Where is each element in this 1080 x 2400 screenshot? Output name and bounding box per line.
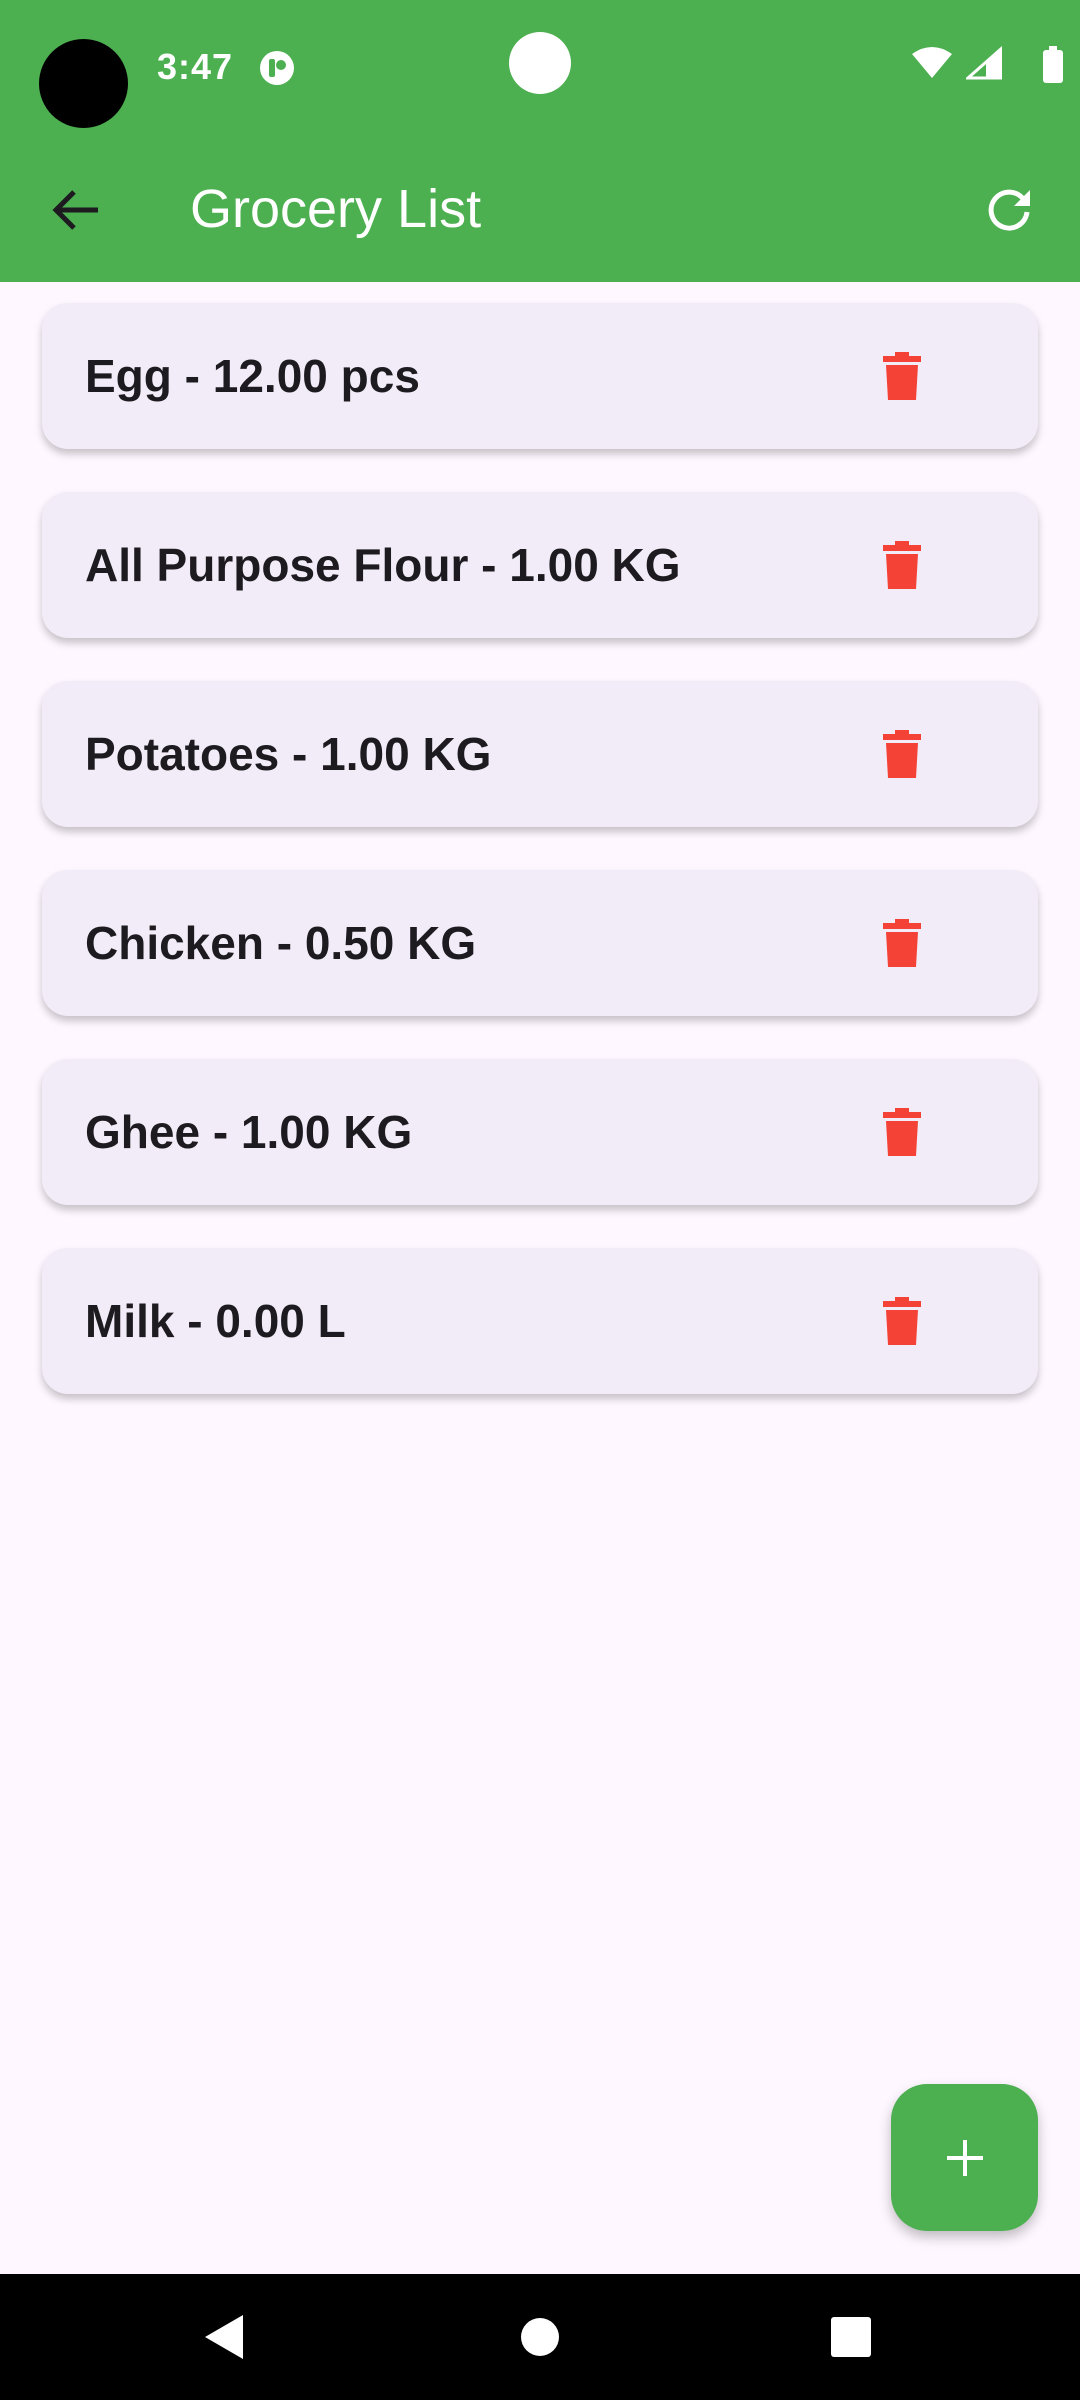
- list-item[interactable]: Chicken - 0.50 KG: [42, 870, 1038, 1016]
- delete-icon: [883, 1108, 921, 1156]
- item-label: Potatoes - 1.00 KG: [85, 728, 492, 780]
- delete-icon: [883, 919, 921, 967]
- page-title: Grocery List: [190, 179, 482, 239]
- list-item[interactable]: Milk - 0.00 L: [42, 1248, 1038, 1394]
- refresh-button[interactable]: [970, 170, 1050, 250]
- add-icon: [946, 2139, 983, 2176]
- list-item[interactable]: All Purpose Flour - 1.00 KG: [42, 492, 1038, 638]
- delete-icon: [883, 541, 921, 589]
- delete-button[interactable]: [862, 1092, 942, 1172]
- arrow-back-icon: [52, 190, 98, 230]
- notification-icon: [258, 49, 296, 87]
- list-item[interactable]: Egg - 12.00 pcs: [42, 303, 1038, 449]
- nav-recents-button[interactable]: [818, 2304, 884, 2370]
- item-label: All Purpose Flour - 1.00 KG: [85, 539, 681, 591]
- delete-icon: [883, 730, 921, 778]
- delete-icon: [883, 1297, 921, 1345]
- item-label: Milk - 0.00 L: [85, 1295, 346, 1347]
- status-bar: 3:47: [0, 0, 1080, 140]
- delete-button[interactable]: [862, 903, 942, 983]
- item-label: Chicken - 0.50 KG: [85, 917, 477, 969]
- back-button[interactable]: [36, 170, 116, 250]
- nav-home-button[interactable]: [507, 2304, 573, 2370]
- signal-icon: [966, 46, 1002, 80]
- delete-button[interactable]: [862, 1281, 942, 1361]
- delete-button[interactable]: [862, 525, 942, 605]
- refresh-icon: [988, 189, 1030, 231]
- item-label: Egg - 12.00 pcs: [85, 350, 420, 402]
- item-label: Ghee - 1.00 KG: [85, 1106, 413, 1158]
- list-item[interactable]: Potatoes - 1.00 KG: [42, 681, 1038, 827]
- wifi-icon: [912, 47, 952, 78]
- delete-button[interactable]: [862, 336, 942, 416]
- home-circle-icon: [521, 2318, 559, 2356]
- status-time: 3:47: [157, 46, 234, 87]
- list-item[interactable]: Ghee - 1.00 KG: [42, 1059, 1038, 1205]
- app-bar: Grocery List: [0, 140, 1080, 282]
- add-item-button[interactable]: [891, 2084, 1038, 2231]
- nav-back-button[interactable]: [190, 2304, 256, 2370]
- battery-icon: [1043, 46, 1063, 83]
- recents-square-icon: [831, 2317, 871, 2357]
- back-triangle-icon: [205, 2315, 243, 2359]
- delete-icon: [883, 352, 921, 400]
- navigation-bar: [0, 2274, 1080, 2400]
- front-camera: [509, 32, 571, 94]
- camera-cutout: [39, 39, 128, 128]
- grocery-list: Egg - 12.00 pcs All Purpose Flour - 1.00…: [42, 303, 1038, 1437]
- delete-button[interactable]: [862, 714, 942, 794]
